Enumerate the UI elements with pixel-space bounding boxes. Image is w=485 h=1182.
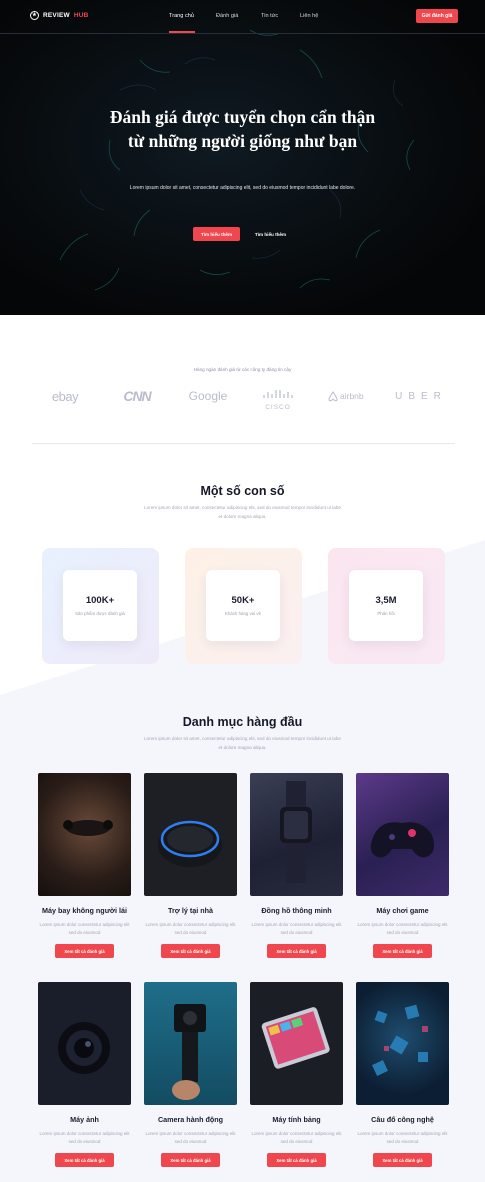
stats-title: Một số con số	[200, 484, 285, 498]
hero-learn-more-button[interactable]: Tìm hiểu thêm	[193, 227, 240, 241]
stat-label: Khách hàng vui vẻ	[224, 611, 262, 616]
star-icon: ★	[30, 11, 39, 20]
category-name: Máy chơi game	[376, 906, 429, 915]
view-all-reviews-button[interactable]: Xem tất cả đánh giá	[161, 944, 220, 958]
category-description: Lorem ipsum dolor consectetur adipiscing…	[39, 922, 130, 936]
category-name: Máy bay không người lái	[42, 906, 127, 915]
nav-link-contact[interactable]: Liên hệ	[300, 13, 318, 19]
category-image-camera[interactable]	[38, 982, 131, 1105]
stat-card-inner: 100K+ Sản phẩm được đánh giá	[63, 570, 137, 641]
view-all-reviews-button[interactable]: Xem tất cả đánh giá	[55, 1153, 114, 1167]
category-description: Lorem ipsum dolor consectetur adipiscing…	[251, 922, 342, 936]
logo-accent-text: HUB	[73, 12, 89, 19]
nav-link-reviews[interactable]: Đánh giá	[216, 13, 238, 19]
category-image-tablet[interactable]	[250, 982, 343, 1105]
category-name: Máy ảnh	[70, 1115, 99, 1124]
stat-value: 3,5M	[375, 595, 397, 606]
hero-section: ★ REVIEW HUB Trang chủ Đánh giá Tin tức …	[0, 0, 485, 315]
category-name: Đồng hồ thông minh	[261, 906, 332, 915]
category-description: Lorem ipsum dolor consectetur adipiscing…	[145, 1131, 236, 1145]
logo[interactable]: ★ REVIEW HUB	[30, 11, 89, 20]
hero-secondary-button[interactable]: Tìm hiểu thêm	[248, 227, 293, 241]
view-all-reviews-button[interactable]: Xem tất cả đánh giá	[373, 944, 432, 958]
category-name: Trợ lý tại nhà	[167, 906, 214, 915]
category-name: Câu đố công nghệ	[371, 1115, 434, 1124]
brand-logo-cisco: CISCO	[261, 386, 295, 411]
airbnb-symbol-icon	[328, 390, 338, 401]
brand-logo-cnn: CNN	[123, 388, 151, 404]
hero-description: Lorem ipsum dolor sit amet, consectetur …	[129, 185, 356, 191]
stat-label: Sản phẩm được đánh giá	[75, 611, 125, 616]
category-name: Máy tính bảng	[272, 1115, 321, 1124]
categories-description: Lorem ipsum dolor sit amet, consectetur …	[144, 736, 341, 750]
category-description: Lorem ipsum dolor consectetur adipiscing…	[357, 922, 448, 936]
view-all-reviews-button[interactable]: Xem tất cả đánh giá	[267, 1153, 326, 1167]
brand-logo-uber: UBER	[395, 390, 447, 402]
brand-logo-ebay: ebay	[51, 388, 79, 404]
view-all-reviews-button[interactable]: Xem tất cả đánh giá	[55, 944, 114, 958]
category-name: Camera hành động	[157, 1115, 224, 1124]
nav-link-news[interactable]: Tin tức	[261, 13, 278, 19]
cisco-bars-icon	[263, 390, 293, 398]
stat-card-feedback: 3,5M Phản hồi	[328, 548, 445, 664]
brand-logo-airbnb: airbnb	[328, 387, 374, 405]
category-image-smart-speaker[interactable]	[144, 773, 237, 896]
view-all-reviews-button[interactable]: Xem tất cả đánh giá	[267, 944, 326, 958]
section-divider	[32, 443, 455, 444]
stat-value: 100K+	[85, 595, 115, 606]
trusted-by-title: Hàng ngàn đánh giá từ các công ty đáng t…	[193, 367, 292, 372]
category-image-action-camera[interactable]	[144, 982, 237, 1105]
stat-card-products: 100K+ Sản phẩm được đánh giá	[42, 548, 159, 664]
nav-link-home[interactable]: Trang chủ	[169, 13, 194, 19]
category-description: Lorem ipsum dolor consectetur adipiscing…	[145, 922, 236, 936]
stat-value: 50K+	[231, 595, 255, 606]
category-description: Lorem ipsum dolor consectetur adipiscing…	[251, 1131, 342, 1145]
brand-logo-google: Google	[188, 389, 228, 403]
category-image-tech-puzzle[interactable]	[356, 982, 449, 1105]
airbnb-wordmark: airbnb	[340, 391, 364, 401]
stat-card-customers: 50K+ Khách hàng vui vẻ	[185, 548, 302, 664]
stat-card-inner: 50K+ Khách hàng vui vẻ	[206, 570, 280, 641]
cisco-wordmark: CISCO	[265, 404, 291, 411]
hero-title: Đánh giá được tuyển chọn cẩn thận từ nhữ…	[109, 107, 376, 151]
category-description: Lorem ipsum dolor consectetur adipiscing…	[39, 1131, 130, 1145]
logo-text: REVIEW	[43, 12, 70, 19]
stat-card-inner: 3,5M Phản hồi	[349, 570, 423, 641]
view-all-reviews-button[interactable]: Xem tất cả đánh giá	[161, 1153, 220, 1167]
category-image-smartwatch[interactable]	[250, 773, 343, 896]
category-description: Lorem ipsum dolor consectetur adipiscing…	[357, 1131, 448, 1145]
top-navigation: ★ REVIEW HUB Trang chủ Đánh giá Tin tức …	[0, 0, 485, 34]
hero-background-image	[0, 0, 485, 315]
stat-label: Phản hồi	[377, 611, 395, 616]
categories-title: Danh mục hàng đầu	[182, 715, 303, 729]
category-image-game-controller[interactable]	[356, 773, 449, 896]
view-all-reviews-button[interactable]: Xem tất cả đánh giá	[373, 1153, 432, 1167]
submit-review-button[interactable]: Gửi đánh giá	[416, 9, 458, 23]
category-image-drone[interactable]	[38, 773, 131, 896]
stats-description: Lorem ipsum dolor sit amet, consectetur …	[144, 505, 341, 519]
active-nav-indicator	[169, 31, 195, 33]
